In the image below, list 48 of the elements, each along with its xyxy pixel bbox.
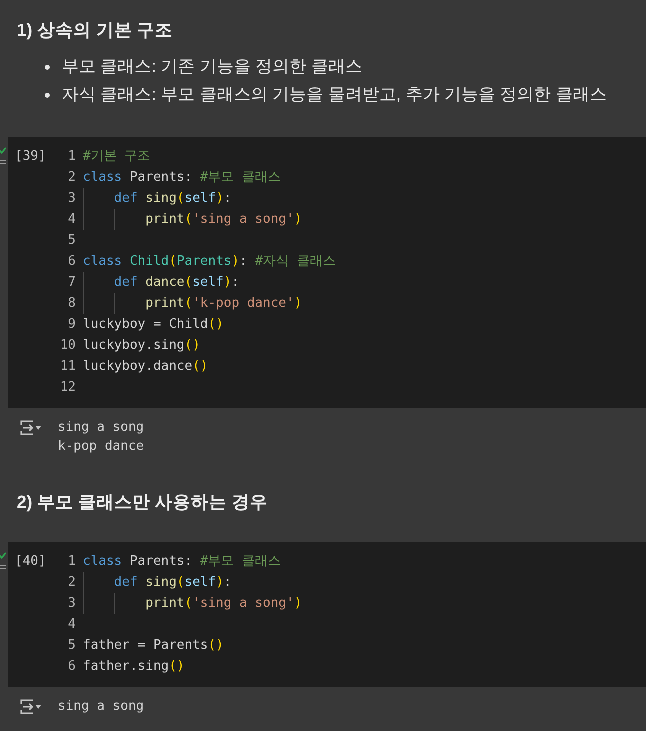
- line-number: 2: [67, 169, 76, 187]
- output-line: sing a song: [58, 419, 144, 437]
- code-line: print('sing a song'): [146, 211, 302, 229]
- line-number: 9: [67, 316, 76, 334]
- code-line: #기본 구조: [83, 148, 151, 166]
- line-number: 4: [67, 616, 76, 634]
- code-line: print('k-pop dance'): [146, 295, 302, 313]
- code-line: luckyboy = Child(): [83, 316, 224, 334]
- code-line: def sing(self):: [114, 574, 232, 592]
- line-number: 10: [59, 337, 76, 355]
- code-line: print('sing a song'): [146, 595, 302, 613]
- line-number: 8: [67, 295, 76, 313]
- code-line: class Parents: #부모 클래스: [83, 553, 282, 571]
- line-number: 1: [67, 148, 76, 166]
- code-line: luckyboy.dance(): [83, 358, 208, 376]
- code-line: class Child(Parents): #자식 클래스: [83, 253, 336, 271]
- arrow-bracket-icon[interactable]: [20, 699, 42, 715]
- line-number: 1: [67, 553, 76, 571]
- line-number: 6: [67, 253, 76, 271]
- bullet-text: 자식 클래스: 부모 클래스의 기능을 물려받고, 추가 기능을 정의한 클래스: [62, 84, 607, 106]
- arrow-bracket-icon[interactable]: [20, 420, 42, 436]
- line-number: 11: [59, 358, 76, 376]
- section-heading: 2) 부모 클래스만 사용하는 경우: [17, 491, 268, 514]
- output-line: k-pop dance: [58, 438, 144, 456]
- bullet-icon: [45, 92, 50, 98]
- line-number: 5: [67, 637, 76, 655]
- line-number: 3: [67, 190, 76, 208]
- code-line: def dance(self):: [114, 274, 240, 292]
- line-number: 7: [67, 274, 76, 292]
- execution-count: [39]: [15, 148, 48, 166]
- code-line: class Parents: #부모 클래스: [83, 169, 282, 187]
- section-heading: 1) 상속의 기본 구조: [17, 19, 174, 42]
- bullet-icon: [45, 64, 50, 70]
- line-number: 5: [67, 232, 76, 250]
- line-number: 12: [59, 379, 76, 397]
- code-editor[interactable]: [8, 137, 646, 408]
- line-number: 3: [67, 595, 76, 613]
- execution-count: [40]: [15, 553, 48, 571]
- output-line: sing a song: [58, 698, 144, 716]
- code-line: luckyboy.sing(): [83, 337, 200, 355]
- bullet-text: 부모 클래스: 기존 기능을 정의한 클래스: [62, 56, 362, 78]
- code-line: def sing(self):: [114, 190, 232, 208]
- code-line: father.sing(): [83, 658, 185, 676]
- code-line: father = Parents(): [83, 637, 224, 655]
- code-editor[interactable]: [40] 1 class Parents: #부모 클래스 2 def sing(self): 3 print('sing a song') 4 5 father = Parents() 6 father.sing(): [8, 542, 646, 687]
- line-number: 6: [67, 658, 76, 676]
- line-number: 4: [67, 211, 76, 229]
- line-number: 2: [67, 574, 76, 592]
